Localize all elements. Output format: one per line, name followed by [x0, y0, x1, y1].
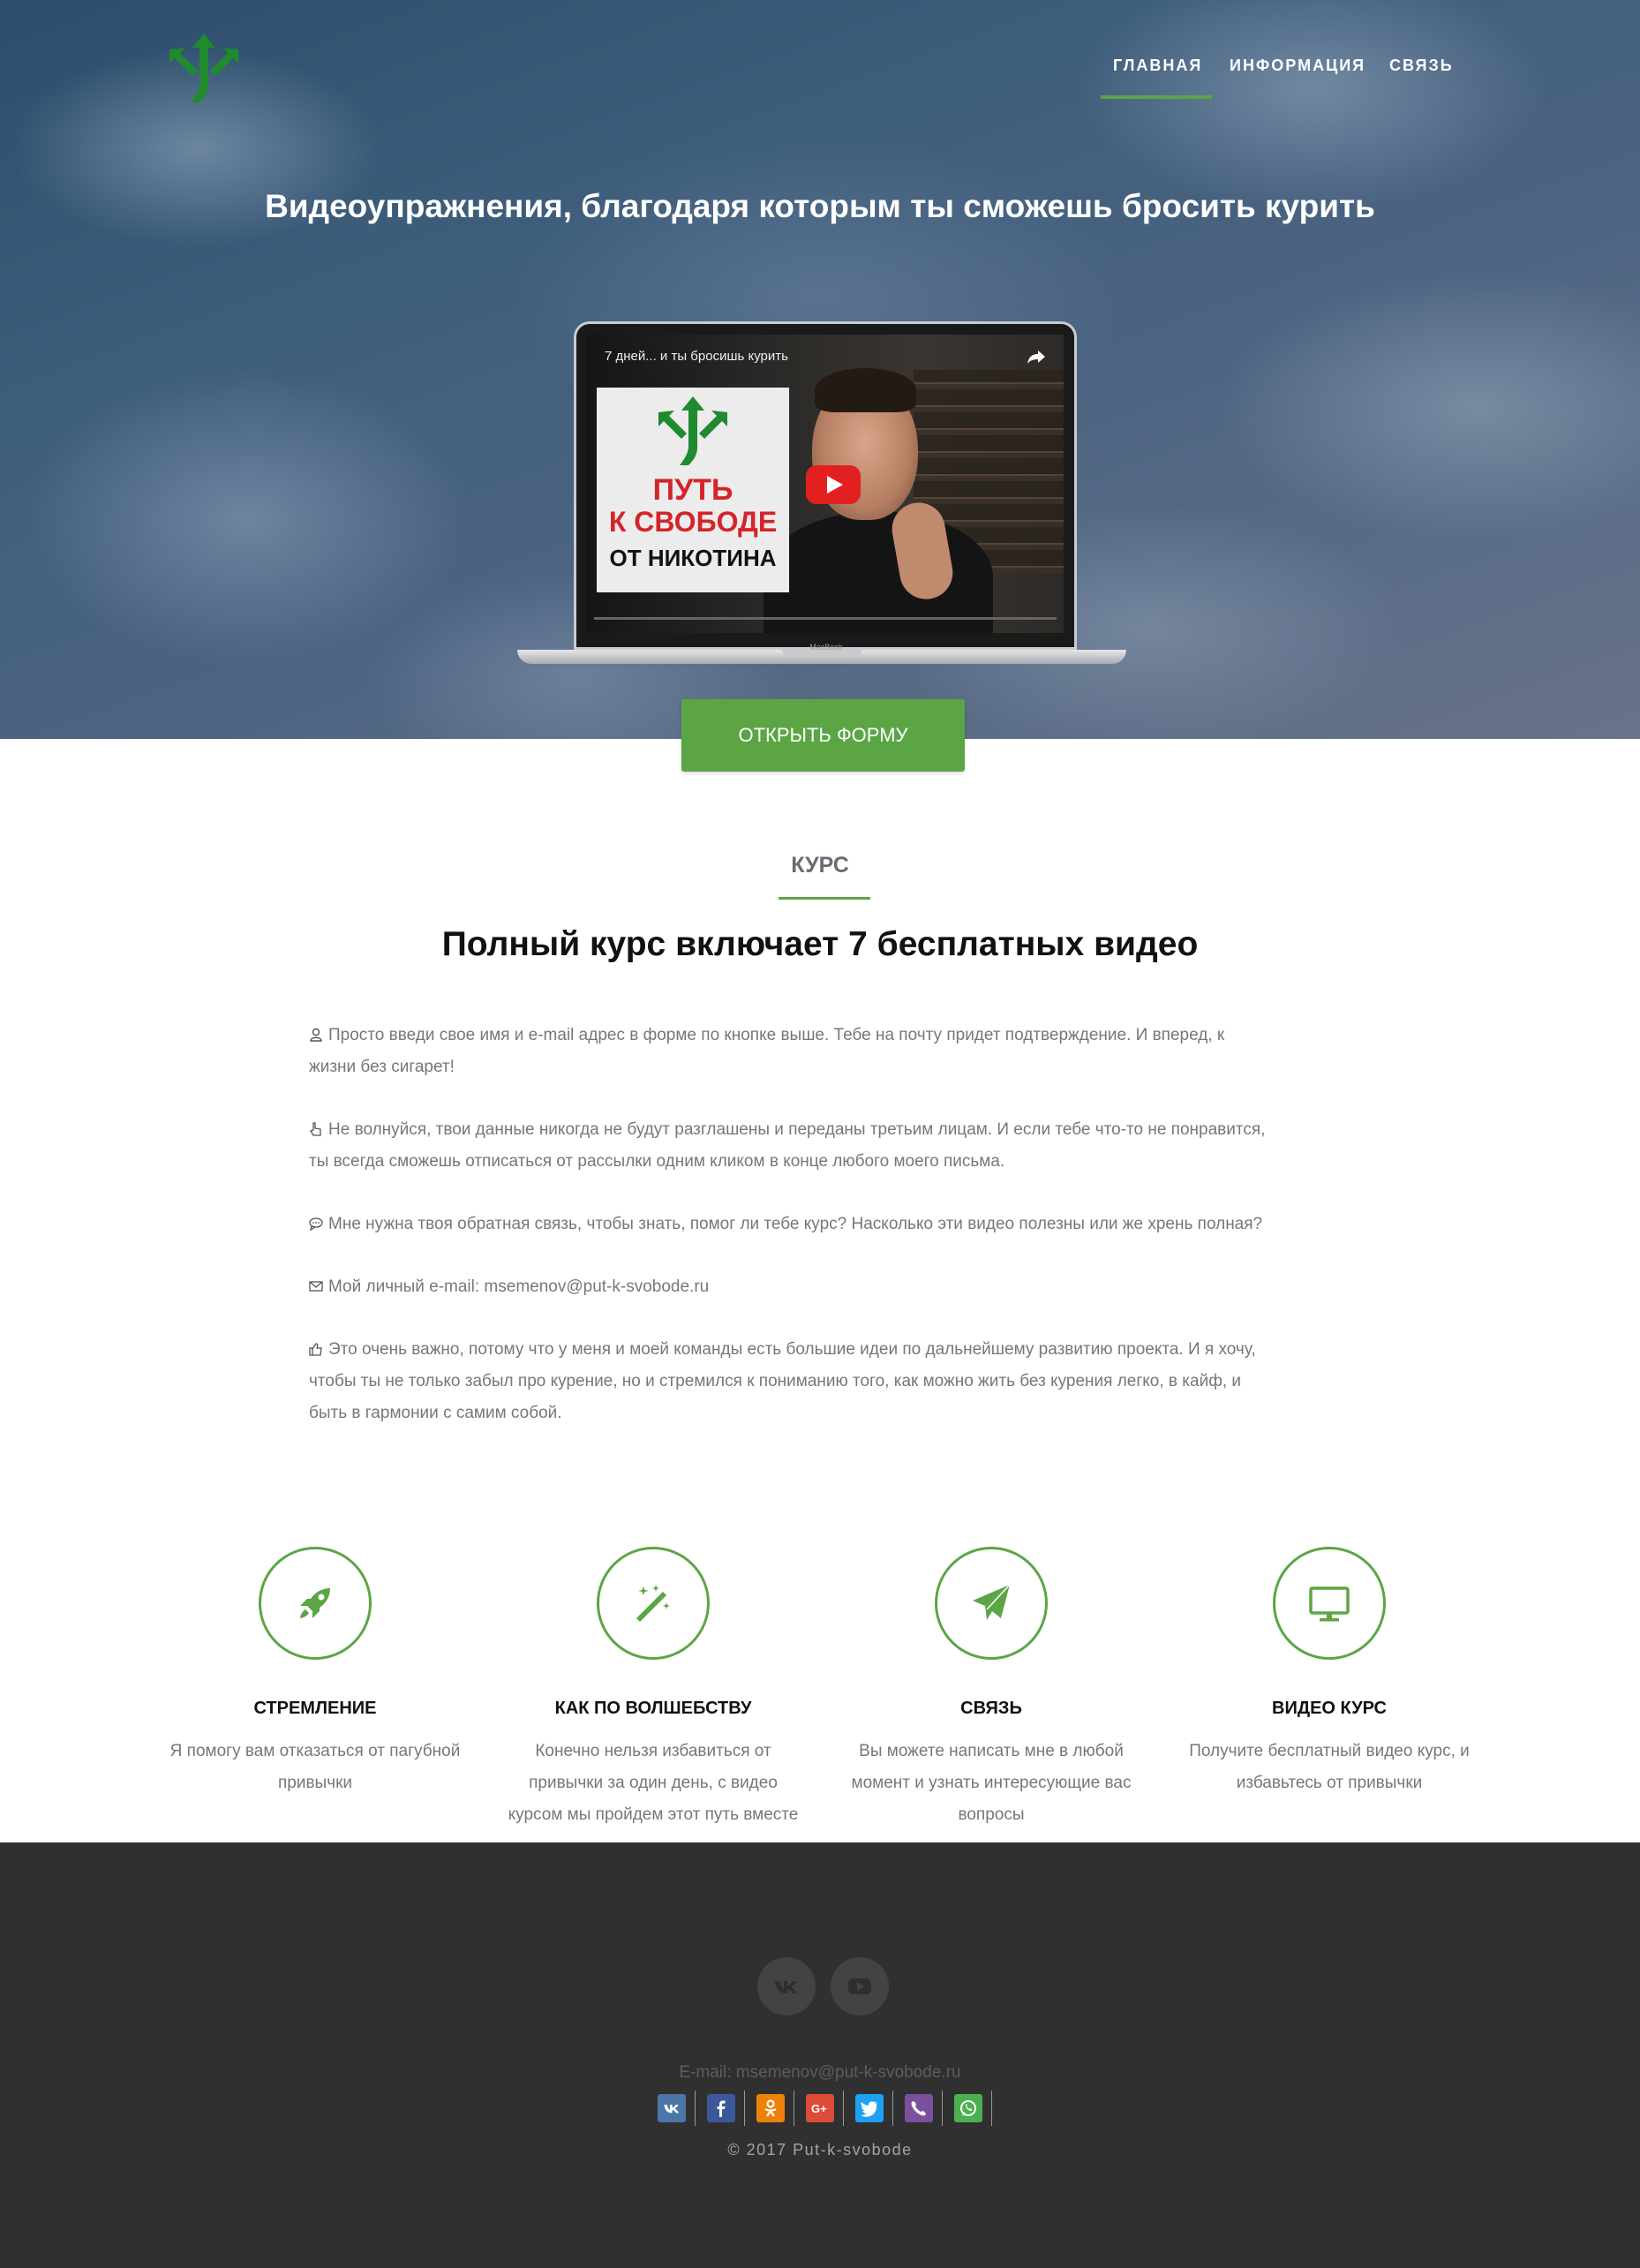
video-person-body — [764, 511, 993, 633]
nav-item-home[interactable]: ГЛАВНАЯ — [1113, 57, 1202, 75]
thumbs-up-icon — [309, 1343, 322, 1356]
laptop-mockup: 7 дней... и ты бросишь курить ПУТЬ К СВО… — [517, 321, 1126, 670]
whatsapp-icon — [960, 2100, 976, 2116]
nav-item-info[interactable]: ИНФОРМАЦИЯ — [1230, 57, 1365, 75]
feature-title: СТРЕМЛЕНИЕ — [253, 1699, 377, 1718]
comment-icon — [309, 1217, 323, 1231]
feature-icon-circle — [597, 1547, 710, 1660]
share-whatsapp-button[interactable] — [954, 2094, 982, 2122]
share-separator — [942, 2091, 943, 2126]
laptop-label: MacBook — [809, 643, 843, 652]
share-twitter-button[interactable] — [855, 2094, 884, 2122]
rocket-icon — [300, 1588, 330, 1618]
thumbnail-line3: ОТ НИКОТИНА — [609, 545, 777, 571]
footer-email[interactable]: E-mail: msemenov@put-k-svobode.ru — [0, 2063, 1640, 2083]
feature-title: СВЯЗЬ — [960, 1699, 1022, 1718]
copyright: © 2017 Put-k-svobode — [727, 2141, 913, 2159]
twitter-icon — [861, 2101, 877, 2117]
course-paragraph: Это очень важно, потому что у меня и мое… — [309, 1334, 1271, 1429]
feature-title: КАК ПО ВОЛШЕБСТВУ — [554, 1699, 752, 1718]
google-plus-icon: G+ — [811, 2102, 827, 2115]
hero-section: ГЛАВНАЯ ИНФОРМАЦИЯ СВЯЗЬ Видеоупражнения… — [0, 0, 1640, 739]
feature-icon-circle — [935, 1547, 1048, 1660]
paper-plane-icon — [973, 1584, 1011, 1620]
feature-text: Конечно нельзя избавиться от привычки за… — [508, 1742, 799, 1824]
nav-item-contact[interactable]: СВЯЗЬ — [1389, 57, 1454, 75]
thumbnail-line1: ПУТЬ — [652, 473, 733, 507]
odnoklassniki-icon — [764, 2099, 777, 2117]
hand-pointer-icon — [310, 1122, 321, 1136]
share-odnoklassniki-button[interactable] — [756, 2094, 785, 2122]
vk-icon — [775, 1981, 797, 1993]
section-underline — [779, 897, 870, 900]
share-separator — [843, 2091, 844, 2126]
share-vk-button[interactable] — [658, 2094, 686, 2122]
feature-icon-circle — [259, 1547, 372, 1660]
course-paragraph: Мне нужна твоя обратная связь, чтобы зна… — [309, 1209, 1271, 1240]
share-google-plus-button[interactable]: G+ — [806, 2094, 834, 2122]
feature-title: ВИДЕО КУРС — [1272, 1699, 1387, 1718]
feature-icon-circle — [1273, 1547, 1386, 1660]
section-title: Полный курс включает 7 бесплатных видео — [441, 925, 1199, 963]
open-form-button[interactable]: ОТКРЫТЬ ФОРМУ — [681, 699, 965, 772]
course-paragraph: Не волнуйся, твои данные никогда не буду… — [309, 1114, 1271, 1178]
svg-text:G+: G+ — [811, 2102, 827, 2115]
course-paragraph-text: Это очень важно, потому что у меня и мое… — [309, 1340, 1256, 1422]
course-paragraph: Просто введи свое имя и e-mail адрес в ф… — [309, 1020, 1271, 1083]
monitor-icon — [1309, 1586, 1350, 1622]
course-paragraph-text: Просто введи свое имя и e-mail адрес в ф… — [309, 1026, 1225, 1076]
logo-icon[interactable] — [164, 34, 244, 104]
vk-icon — [664, 2105, 679, 2114]
share-separator — [744, 2091, 745, 2126]
video-player[interactable]: 7 дней... и ты бросишь курить ПУТЬ К СВО… — [587, 335, 1064, 633]
social-vk-button[interactable] — [757, 1957, 816, 2016]
video-progress-bar[interactable] — [594, 617, 1057, 620]
course-paragraph-text: Не волнуйся, твои данные никогда не буду… — [309, 1120, 1266, 1171]
user-icon — [310, 1028, 322, 1042]
nav-active-underline — [1101, 95, 1212, 99]
course-paragraph-text: Мне нужна твоя обратная связь, чтобы зна… — [328, 1215, 1263, 1233]
video-thumbnail-card: ПУТЬ К СВОБОДЕ ОТ НИКОТИНА — [597, 388, 789, 592]
laptop-screen-frame: 7 дней... и ты бросишь курить ПУТЬ К СВО… — [574, 321, 1077, 650]
section-label: КУРС — [791, 853, 849, 878]
course-paragraph-text: Мой личный e-mail: msemenov@put-k-svobod… — [328, 1277, 710, 1296]
feature-text: Вы можете написать мне в любой момент и … — [851, 1742, 1132, 1824]
magic-wand-icon — [636, 1585, 670, 1622]
video-title[interactable]: 7 дней... и ты бросишь курить — [605, 349, 788, 364]
share-viber-button[interactable] — [905, 2094, 933, 2122]
facebook-icon — [717, 2100, 726, 2117]
share-separator — [892, 2091, 893, 2126]
thumbnail-line2: К СВОБОДЕ — [608, 506, 778, 538]
video-person-hair — [815, 368, 916, 412]
share-icon[interactable] — [1027, 349, 1046, 365]
share-separator — [695, 2091, 696, 2126]
feature-text: Я помогу вам отказаться от пагубной прив… — [169, 1742, 461, 1792]
share-facebook-button[interactable] — [707, 2094, 735, 2122]
hero-title: Видеоупражнения, благодаря которым ты см… — [265, 188, 1375, 224]
youtube-icon — [848, 1978, 871, 1994]
envelope-icon — [309, 1281, 323, 1292]
feature-text: Получите бесплатный видео курс, и избавь… — [1189, 1742, 1470, 1792]
viber-icon — [911, 2101, 926, 2116]
share-separator — [991, 2091, 992, 2126]
play-button[interactable] — [806, 465, 861, 504]
thumbnail-logo-icon — [658, 396, 727, 465]
course-paragraph: Мой личный e-mail: msemenov@put-k-svobod… — [309, 1271, 1271, 1303]
social-youtube-button[interactable] — [831, 1957, 889, 2016]
footer: E-mail: msemenov@put-k-svobode.ru G+ — [0, 1842, 1640, 2268]
